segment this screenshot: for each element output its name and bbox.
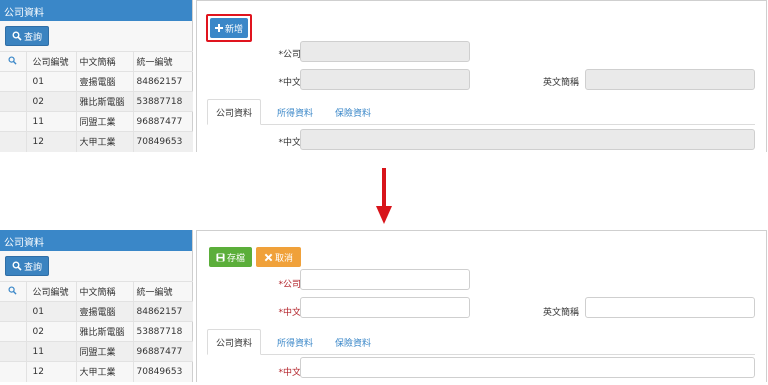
- tab-company-info[interactable]: 公司資料: [207, 99, 261, 125]
- cell-company-id: 11: [25, 111, 76, 132]
- table-row[interactable]: 01 壹揚電腦 84862157: [0, 301, 193, 322]
- company-table: 公司編號 中文簡稱 統一編號 01 壹揚電腦 84862157 02 雅比斯電腦…: [0, 51, 193, 152]
- search-icon: [12, 31, 22, 41]
- cancel-button-label: 取消: [274, 253, 293, 264]
- en-short-field[interactable]: [585, 69, 755, 90]
- tab-insurance-info[interactable]: 保險資料: [325, 329, 381, 355]
- cancel-button[interactable]: 取消: [256, 247, 301, 267]
- table-row[interactable]: 02 雅比斯電腦 53887718: [0, 91, 193, 112]
- column-header-cn-short[interactable]: 中文簡稱: [75, 281, 133, 302]
- column-search-icon[interactable]: [0, 51, 26, 72]
- company-id-field[interactable]: [300, 269, 470, 290]
- en-short-label: 英文簡稱: [542, 78, 579, 88]
- en-short-label: 英文簡稱: [542, 308, 579, 318]
- down-arrow-icon: [376, 168, 392, 224]
- query-button-label: 查詢: [23, 32, 42, 43]
- cell-company-id: 02: [25, 91, 76, 112]
- cell-tax-id: 53887718: [132, 321, 193, 342]
- company-id-field[interactable]: [300, 41, 470, 62]
- screen-after: 公司資料 查詢 公司編號 中文簡稱 統一編號 01 壹揚電腦 84862157 …: [0, 230, 768, 382]
- search-icon: [12, 261, 22, 271]
- cn-full-field[interactable]: [300, 357, 755, 378]
- cell-cn-short: 大甲工業: [75, 361, 133, 382]
- column-header-tax-id[interactable]: 統一編號: [132, 51, 193, 72]
- table-row[interactable]: 02 雅比斯電腦 53887718: [0, 321, 193, 342]
- tab-income-info[interactable]: 所得資料: [267, 329, 323, 355]
- en-short-field[interactable]: [585, 297, 755, 318]
- cell-company-id: 02: [25, 321, 76, 342]
- cn-short-field[interactable]: [300, 297, 470, 318]
- cell-cn-short: 雅比斯電腦: [75, 91, 133, 112]
- cell-company-id: 12: [25, 131, 76, 152]
- table-header-row: 公司編號 中文簡稱 統一編號: [0, 281, 193, 302]
- plus-icon: [214, 24, 223, 32]
- column-search-icon[interactable]: [0, 281, 26, 302]
- cell-cn-short: 同盟工業: [75, 111, 133, 132]
- cell-tax-id: 96887477: [132, 111, 193, 132]
- cell-company-id: 12: [25, 361, 76, 382]
- company-table: 公司編號 中文簡稱 統一編號 01 壹揚電腦 84862157 02 雅比斯電腦…: [0, 281, 193, 382]
- add-button-label: 新增: [224, 24, 243, 35]
- query-button[interactable]: 查詢: [5, 256, 49, 276]
- tab-income-info[interactable]: 所得資料: [267, 99, 323, 125]
- cell-tax-id: 84862157: [132, 71, 193, 92]
- cell-company-id: 01: [25, 71, 76, 92]
- close-icon: [264, 253, 273, 261]
- form-tabs: 公司資料 所得資料 保險資料: [207, 329, 755, 355]
- save-button[interactable]: 存檔: [209, 247, 252, 267]
- company-form-panel: 新增 *公司編號 *中文簡稱 英文簡稱 公司資料 所得資料 保險資料 *中文全名: [196, 0, 767, 152]
- table-row[interactable]: 01 壹揚電腦 84862157: [0, 71, 193, 92]
- tab-company-info[interactable]: 公司資料: [207, 329, 261, 355]
- company-list-panel: 公司資料 查詢 公司編號 中文簡稱 統一編號 01 壹揚電腦 84862157 …: [0, 230, 193, 382]
- add-button[interactable]: 新增: [210, 18, 248, 38]
- query-button-label: 查詢: [23, 262, 42, 273]
- tab-insurance-info[interactable]: 保險資料: [325, 99, 381, 125]
- cell-company-id: 11: [25, 341, 76, 362]
- company-list-panel: 公司資料 查詢 公司編號 中文簡稱 統一編號 01 壹揚電腦 84862157 …: [0, 0, 193, 152]
- column-header-tax-id[interactable]: 統一編號: [132, 281, 193, 302]
- save-button-label: 存檔: [226, 253, 245, 264]
- cell-cn-short: 雅比斯電腦: [75, 321, 133, 342]
- cn-full-field[interactable]: [300, 129, 755, 150]
- list-panel-title: 公司資料: [0, 0, 192, 21]
- column-header-cn-short[interactable]: 中文簡稱: [75, 51, 133, 72]
- floppy-disk-icon: [216, 252, 225, 262]
- cn-short-field[interactable]: [300, 69, 470, 90]
- table-row[interactable]: 12 大甲工業 70849653: [0, 361, 193, 382]
- cell-tax-id: 70849653: [132, 361, 193, 382]
- company-form-panel: 存檔 取消 *公司編號 *中文簡稱 英文簡稱 公司資料 所得資料 保險資料 *中…: [196, 230, 767, 382]
- cell-tax-id: 70849653: [132, 131, 193, 152]
- screen-before: 公司資料 查詢 公司編號 中文簡稱 統一編號 01 壹揚電腦 84862157 …: [0, 0, 768, 152]
- table-row[interactable]: 11 同盟工業 96887477: [0, 341, 193, 362]
- table-row[interactable]: 11 同盟工業 96887477: [0, 111, 193, 132]
- column-header-company-id[interactable]: 公司編號: [25, 281, 76, 302]
- table-header-row: 公司編號 中文簡稱 統一編號: [0, 51, 193, 72]
- table-row[interactable]: 12 大甲工業 70849653: [0, 131, 193, 152]
- cell-tax-id: 96887477: [132, 341, 193, 362]
- list-panel-title: 公司資料: [0, 230, 192, 251]
- form-tabs: 公司資料 所得資料 保險資料: [207, 99, 755, 125]
- cell-tax-id: 53887718: [132, 91, 193, 112]
- query-button[interactable]: 查詢: [5, 26, 49, 46]
- cell-cn-short: 同盟工業: [75, 341, 133, 362]
- cell-cn-short: 壹揚電腦: [75, 71, 133, 92]
- cell-tax-id: 84862157: [132, 301, 193, 322]
- column-header-company-id[interactable]: 公司編號: [25, 51, 76, 72]
- cell-cn-short: 壹揚電腦: [75, 301, 133, 322]
- cell-cn-short: 大甲工業: [75, 131, 133, 152]
- cell-company-id: 01: [25, 301, 76, 322]
